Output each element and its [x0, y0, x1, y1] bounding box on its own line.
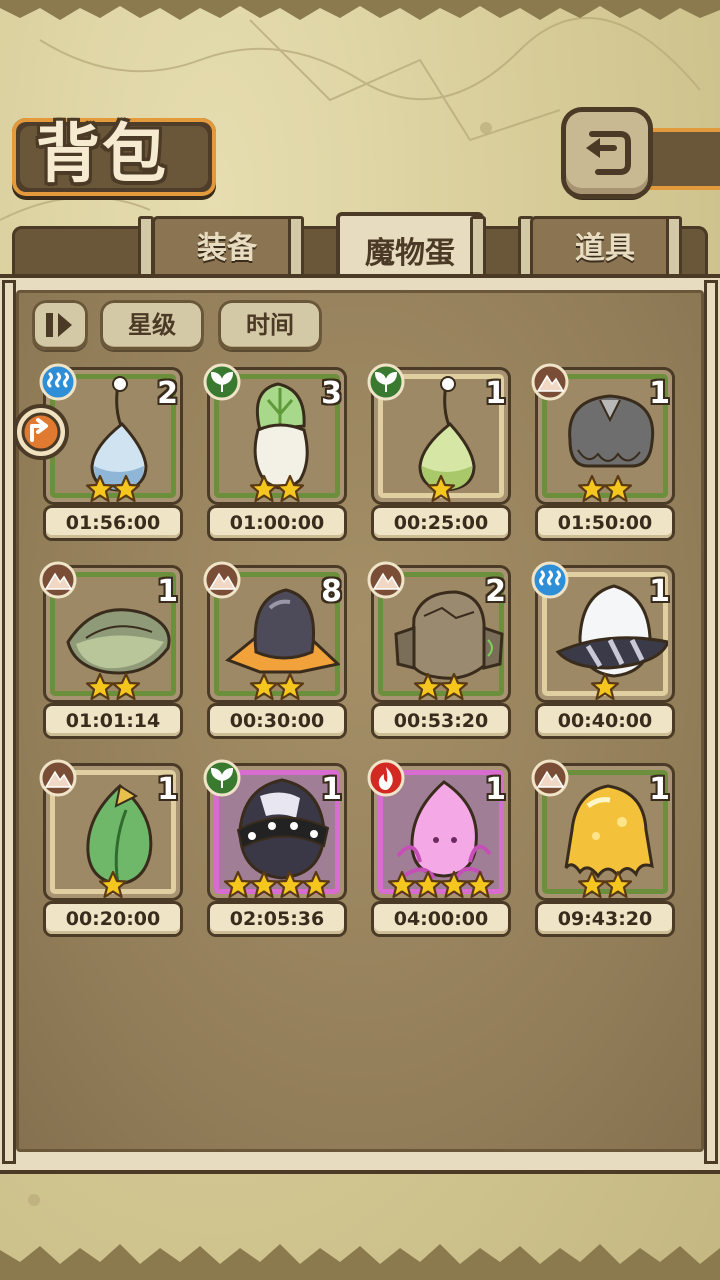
sort-time-label: 时间 — [246, 311, 294, 339]
hatch-timer: 04:00:00 — [374, 904, 508, 934]
egg-card[interactable]: 1 02:05:36 — [203, 759, 350, 934]
egg-card[interactable]: 1 09:43:20 — [531, 759, 678, 934]
back-button[interactable] — [566, 112, 648, 194]
star-rating — [210, 672, 344, 708]
hatch-timer: 01:00:00 — [210, 508, 344, 538]
grass-element-icon — [367, 363, 405, 401]
egg-count: 1 — [321, 772, 342, 807]
hatch-timer: 00:30:00 — [210, 706, 344, 736]
panel-edge-right — [704, 280, 718, 1164]
egg-card[interactable]: 2 00:53:20 — [367, 561, 514, 736]
sort-order-toggle[interactable] — [32, 300, 88, 350]
water-element-icon — [39, 363, 77, 401]
star-rating — [46, 672, 180, 708]
hatch-timer: 00:53:20 — [374, 706, 508, 736]
egg-card[interactable]: 1 00:20:00 — [39, 759, 186, 934]
egg-card[interactable]: 3 01:00:00 — [203, 363, 350, 538]
egg-card[interactable]: 1 00:40:00 — [531, 561, 678, 736]
hatch-timer: 01:50:00 — [538, 508, 672, 538]
egg-count: 1 — [157, 772, 178, 807]
sort-star-label: 星级 — [128, 311, 176, 339]
page-title: 背包 — [36, 118, 168, 192]
fire-element-icon — [367, 759, 405, 797]
star-icon — [275, 672, 305, 701]
egg-count: 1 — [485, 376, 506, 411]
egg-count: 2 — [157, 376, 178, 411]
tab-items[interactable]: 道具 — [530, 216, 680, 282]
earth-element-icon — [203, 561, 241, 599]
tab-post — [288, 216, 304, 282]
grass-element-icon — [203, 363, 241, 401]
sort-by-star-button[interactable]: 星级 — [100, 300, 204, 350]
hatch-timer: 01:01:14 — [46, 706, 180, 736]
star-icon — [603, 474, 633, 503]
return-arrow-icon — [586, 131, 631, 175]
sort-toggle-icon — [46, 313, 72, 337]
star-rating — [46, 474, 180, 510]
hatch-timer: 09:43:20 — [538, 904, 672, 934]
tab-equipment[interactable]: 装备 — [152, 216, 302, 282]
grass-element-icon — [203, 759, 241, 797]
egg-count: 1 — [649, 574, 670, 609]
star-rating — [538, 672, 672, 708]
torn-edge-top — [0, 0, 720, 20]
hatch-timer: 01:56:00 — [46, 508, 180, 538]
sort-by-time-button[interactable]: 时间 — [218, 300, 322, 350]
star-icon — [590, 672, 620, 701]
water-element-icon — [531, 561, 569, 599]
tab-post — [666, 216, 682, 282]
star-rating — [538, 870, 672, 906]
star-rating — [374, 870, 508, 906]
egg-card[interactable]: 1 04:00:00 — [367, 759, 514, 934]
star-rating — [374, 672, 508, 708]
egg-card[interactable]: 1 01:01:14 — [39, 561, 186, 736]
earth-element-icon — [531, 759, 569, 797]
orange-arrow-badge-icon[interactable] — [10, 404, 72, 460]
egg-count: 1 — [649, 376, 670, 411]
earth-element-icon — [39, 759, 77, 797]
star-rating — [46, 870, 180, 906]
tab-label: 装备 — [197, 231, 257, 266]
egg-count: 2 — [485, 574, 506, 609]
tab-post — [470, 216, 486, 282]
tab-label: 道具 — [575, 231, 635, 266]
star-rating — [210, 474, 344, 510]
hatch-timer: 02:05:36 — [210, 904, 344, 934]
earth-element-icon — [531, 363, 569, 401]
star-icon — [111, 474, 141, 503]
hatch-timer: 00:40:00 — [538, 706, 672, 736]
egg-count: 1 — [485, 772, 506, 807]
earth-element-icon — [367, 561, 405, 599]
star-icon — [98, 870, 128, 899]
star-rating — [538, 474, 672, 510]
egg-count: 1 — [649, 772, 670, 807]
earth-element-icon — [39, 561, 77, 599]
star-icon — [301, 870, 331, 899]
egg-count: 8 — [321, 574, 342, 609]
egg-count: 3 — [321, 376, 342, 411]
star-icon — [439, 672, 469, 701]
egg-card[interactable]: 1 01:50:00 — [531, 363, 678, 538]
star-icon — [465, 870, 495, 899]
hatch-timer: 00:25:00 — [374, 508, 508, 538]
egg-count: 1 — [157, 574, 178, 609]
egg-card[interactable]: 1 00:25:00 — [367, 363, 514, 538]
star-icon — [275, 474, 305, 503]
star-icon — [603, 870, 633, 899]
hatch-timer: 00:20:00 — [46, 904, 180, 934]
star-icon — [111, 672, 141, 701]
star-rating — [374, 474, 508, 510]
egg-card[interactable]: 8 00:30:00 — [203, 561, 350, 736]
star-rating — [210, 870, 344, 906]
star-icon — [426, 474, 456, 503]
